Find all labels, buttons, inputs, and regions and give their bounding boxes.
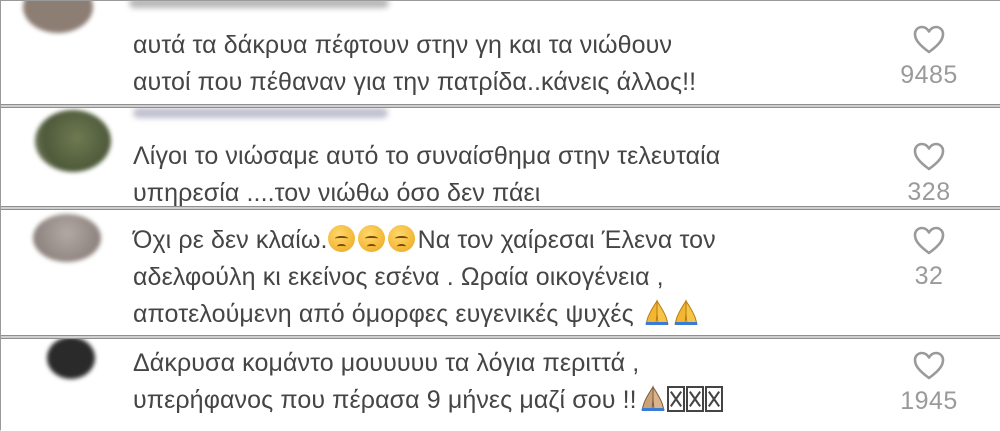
comment-item-3: Όχι ρε δεν κλαίω. Να τον χαίρεσαι Έλενα τ…: [1, 210, 1000, 335]
comment-line-text: υπερήφανος που πέρασα 9 μήνες μαζί σου !…: [133, 386, 637, 414]
avatar[interactable]: [47, 339, 95, 379]
comment-line: υπηρεσία ....τον νιώθω όσο δεν πάει: [133, 179, 541, 206]
comment-text: Δάκρυσα κομάντο μουυυυυ τα λόγια περιττά…: [133, 345, 893, 419]
avatar[interactable]: [23, 1, 93, 33]
like-control[interactable]: 328: [869, 142, 989, 206]
folded-hands-icon: [641, 385, 665, 411]
like-control[interactable]: 9485: [869, 25, 989, 90]
comment-item-2: Λίγοι το νιώσαμε αυτό το συναίσθημα στην…: [1, 108, 1000, 206]
heart-icon[interactable]: [913, 25, 945, 55]
pensive-face-icon: [357, 225, 385, 252]
missing-glyph-icon: [704, 386, 723, 412]
comment-item-4: Δάκρυσα κομάντο μουυυυυ τα λόγια περιττά…: [1, 339, 1000, 431]
comment-line: Δάκρυσα κομάντο μουυυυυ τα λόγια περιττά…: [133, 349, 640, 377]
comment-item-1: αυτά τα δάκρυα πέφτουν στην γη και τα νι…: [1, 1, 1000, 104]
heart-icon[interactable]: [913, 226, 945, 256]
like-control[interactable]: 32: [869, 226, 989, 291]
folded-hands-icon: [645, 299, 669, 325]
folded-hands-icon: [674, 299, 698, 325]
comment-text: Όχι ρε δεν κλαίω. Να τον χαίρεσαι Έλενα τ…: [133, 222, 893, 333]
comment-text: αυτά τα δάκρυα πέφτουν στην γη και τα νι…: [133, 27, 893, 101]
username-blurred[interactable]: [129, 1, 389, 8]
comment-line: αυτοί που πέθαναν για την πατρίδα..κάνει…: [133, 68, 697, 96]
comments-screenshot: αυτά τα δάκρυα πέφτουν στην γη και τα νι…: [0, 0, 1000, 431]
heart-icon[interactable]: [913, 142, 945, 172]
like-count: 32: [914, 262, 944, 290]
comment-line-start: Όχι ρε δεν κλαίω.: [133, 226, 328, 254]
like-count: 9485: [900, 61, 958, 89]
pensive-face-icon: [327, 225, 355, 252]
comment-line-text: αποτελούμενη από όμορφες ευγενικές ψυχές: [133, 300, 641, 328]
avatar[interactable]: [35, 110, 111, 172]
comment-line: Λίγοι το νιώσαμε αυτό το συναίσθημα στην…: [133, 142, 721, 170]
missing-glyph-icon: [666, 386, 685, 412]
like-count: 1945: [900, 387, 958, 415]
avatar[interactable]: [33, 214, 101, 262]
username-blurred[interactable]: [133, 108, 388, 118]
comment-line: αυτά τα δάκρυα πέφτουν στην γη και τα νι…: [133, 31, 673, 59]
comment-line: υπερήφανος που πέρασα 9 μήνες μαζί σου !…: [133, 382, 893, 419]
comment-line-end: Να τον χαίρεσαι Έλενα τον: [417, 226, 716, 254]
comment-text: Λίγοι το νιώσαμε αυτό το συναίσθημα στην…: [133, 138, 893, 206]
comment-line: αδελφούλη κι εκείνος εσένα . Ωραία οικογ…: [133, 263, 664, 291]
missing-glyph-icon: [685, 386, 704, 412]
pensive-face-icon: [387, 225, 415, 252]
heart-icon[interactable]: [913, 351, 945, 381]
comment-line: αποτελούμενη από όμορφες ευγενικές ψυχές: [133, 296, 893, 333]
like-control[interactable]: 1945: [869, 351, 989, 416]
comment-line: Όχι ρε δεν κλαίω. Να τον χαίρεσαι Έλενα τ…: [133, 222, 893, 259]
like-count: 328: [907, 178, 951, 206]
